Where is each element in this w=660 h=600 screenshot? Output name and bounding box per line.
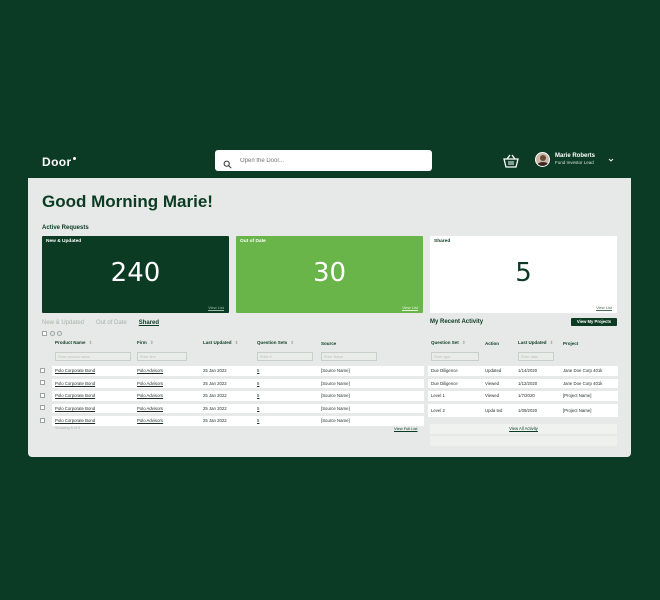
filter-input[interactable]: Enter product name: [55, 351, 131, 361]
firm-link[interactable]: Polo Advisors: [134, 366, 200, 376]
row-checkbox[interactable]: [40, 405, 45, 411]
column-header[interactable]: Firm ⇕: [134, 338, 200, 348]
table-row[interactable]: Polo Corporate Bond Polo Advisors 25 Jan…: [40, 416, 424, 426]
tab-out-of-date[interactable]: Out of Date: [96, 320, 127, 326]
column-header[interactable]: Project: [560, 338, 618, 348]
firm-link[interactable]: Polo Advisors: [134, 416, 200, 426]
door-logo[interactable]: Door: [42, 155, 76, 169]
column-header[interactable]: Action: [482, 338, 515, 348]
product-link[interactable]: Polo Corporate Bond: [52, 416, 134, 426]
card-title: Out of Date: [240, 239, 266, 244]
row-checkbox[interactable]: [40, 380, 45, 386]
card-count: 240: [110, 258, 161, 288]
card-out-of-date[interactable]: Out of Date 30 View List: [236, 236, 423, 313]
page-title: Good Morning Marie!: [42, 192, 213, 211]
activity-row[interactable]: Due Diligence Updated 1/14/2020 Jane Doe…: [428, 366, 618, 376]
product-link[interactable]: Polo Corporate Bond: [52, 403, 134, 413]
view-list-link[interactable]: View List: [596, 305, 612, 310]
table-row[interactable]: Polo Corporate Bond Polo Advisors 25 Jan…: [40, 403, 424, 413]
view-list-link[interactable]: View List: [402, 305, 418, 310]
column-header[interactable]: Question Sets ⇕: [254, 338, 318, 348]
product-link[interactable]: Polo Corporate Bond: [52, 378, 134, 388]
column-header[interactable]: Last Updated ⇕: [515, 338, 560, 348]
row-checkbox[interactable]: [40, 392, 45, 398]
firm-link[interactable]: Polo Advisors: [134, 391, 200, 401]
card-shared[interactable]: Shared 5 View List: [430, 236, 617, 313]
user-name: Marie Roberts: [555, 153, 596, 160]
top-bar: Door Marie Roberts Fund Investor Lead: [28, 146, 631, 178]
view-list-link[interactable]: View List: [208, 305, 224, 310]
activity-row[interactable]: Due Diligence Viewed 1/12/2020 Jane Doe …: [428, 378, 618, 388]
table-row[interactable]: Polo Corporate Bond Polo Advisors 25 Jan…: [40, 366, 424, 376]
chevron-down-icon[interactable]: [608, 157, 614, 163]
search-bar[interactable]: [215, 150, 432, 171]
activity-table: Question Set ⇕ Action Last Updated ⇕ Proje…: [428, 335, 618, 420]
activity-row[interactable]: Level 1 Viewed 1/7/2020 [Project Name]: [428, 391, 618, 401]
firm-link[interactable]: Polo Advisors: [134, 378, 200, 388]
product-link[interactable]: Polo Corporate Bond: [52, 366, 134, 376]
basket-icon[interactable]: [502, 153, 520, 169]
search-input[interactable]: [240, 157, 420, 164]
product-tabs: New & Updated Out of Date Shared: [42, 320, 171, 326]
products-table: Product Name ⇕ Firm ⇕ Last Updated ⇕ Questi…: [40, 335, 424, 429]
avatar: [535, 152, 550, 167]
firm-link[interactable]: Polo Advisors: [134, 403, 200, 413]
filter-input[interactable]: Enter Name: [321, 351, 377, 361]
search-icon: [223, 156, 232, 169]
dashboard-panel: Good Morning Marie! Active Requests New …: [28, 178, 631, 457]
row-checkbox[interactable]: [40, 417, 45, 423]
table-row[interactable]: Polo Corporate Bond Polo Advisors 25 Jan…: [40, 378, 424, 388]
column-header[interactable]: Product Name ⇕: [52, 338, 134, 348]
column-header[interactable]: Question Set ⇕: [428, 338, 482, 348]
view-full-list-link[interactable]: View Full List: [394, 426, 418, 431]
activity-footer-strip: [430, 436, 617, 446]
row-checkbox[interactable]: [40, 367, 45, 373]
column-header[interactable]: Last Updated ⇕: [200, 338, 254, 348]
filter-input[interactable]: Enter type: [431, 351, 479, 361]
user-menu[interactable]: Marie Roberts Fund Investor Lead: [535, 152, 614, 167]
card-title: Shared: [434, 239, 451, 244]
tab-new-updated[interactable]: New & Updated: [42, 320, 84, 326]
user-role: Fund Investor Lead: [555, 160, 594, 166]
card-count: 5: [515, 258, 532, 288]
table-row[interactable]: Polo Corporate Bond Polo Advisors 25 Jan…: [40, 391, 424, 401]
column-header[interactable]: Source: [318, 338, 424, 348]
tab-shared[interactable]: Shared: [139, 320, 159, 326]
card-count: 30: [312, 258, 347, 288]
activity-row[interactable]: Level 2 Upda ted 1/09/2020 [Project Name…: [428, 403, 618, 417]
showing-count: Showing 5 of 5: [55, 426, 81, 430]
filter-input[interactable]: Enter #: [257, 351, 313, 361]
recent-activity-title: My Recent Activity: [430, 319, 484, 325]
view-all-activity[interactable]: View All Activity: [430, 424, 617, 434]
card-new-updated[interactable]: New & Updated 240 View List: [42, 236, 229, 313]
filter-input[interactable]: Enter firm: [137, 351, 187, 361]
filter-input[interactable]: Enter date: [518, 351, 554, 361]
product-link[interactable]: Polo Corporate Bond: [52, 391, 134, 401]
active-requests-label: Active Requests: [42, 225, 89, 231]
view-my-projects-button[interactable]: View My Projects: [571, 318, 617, 326]
card-title: New & Updated: [46, 239, 82, 244]
